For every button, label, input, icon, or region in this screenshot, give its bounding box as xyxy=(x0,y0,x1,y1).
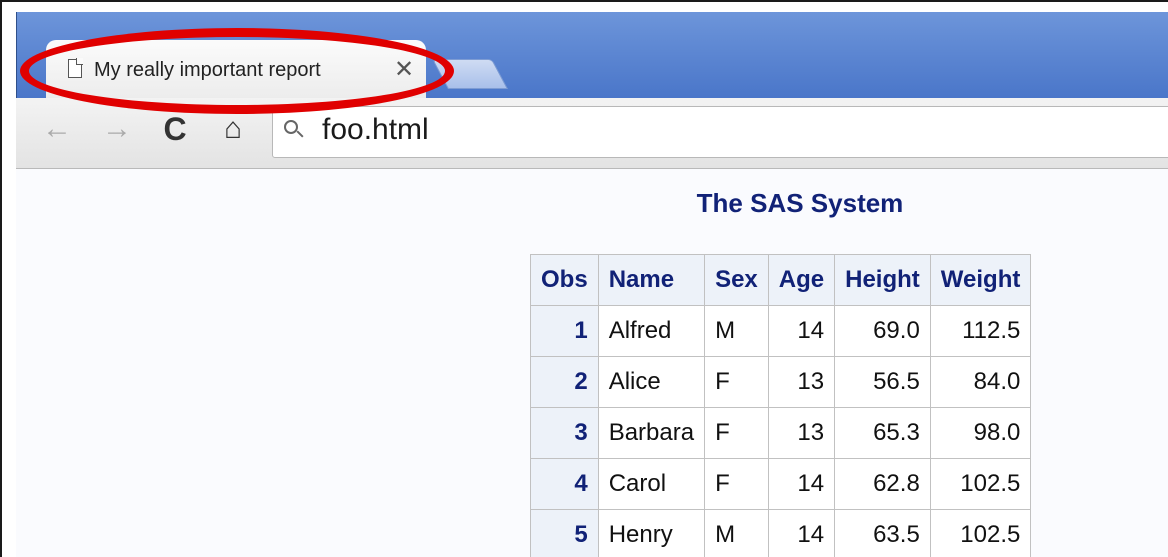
column-header: Sex xyxy=(704,254,769,306)
column-header: Age xyxy=(767,254,836,306)
tab-close-icon[interactable]: ✕ xyxy=(394,58,414,82)
table-row: 5 Henry M 14 63.5 102.5 xyxy=(530,509,1032,557)
table-cell: 65.3 xyxy=(834,407,931,459)
back-icon[interactable]: ← xyxy=(40,114,74,144)
page-icon xyxy=(68,58,83,78)
table-cell: 14 xyxy=(767,305,836,357)
table-row: 4 Carol F 14 62.8 102.5 xyxy=(530,458,1032,510)
table-cell: 84.0 xyxy=(929,356,1032,408)
table-cell: Carol xyxy=(597,458,706,510)
table-cell: M xyxy=(704,509,769,557)
table-cell: 98.0 xyxy=(929,407,1032,459)
table-cell: Alice xyxy=(597,356,706,408)
table-header-row: Obs Name Sex Age Height Weight xyxy=(530,254,1032,306)
table-cell: 63.5 xyxy=(834,509,931,557)
table-cell: M xyxy=(704,305,769,357)
table-cell: 13 xyxy=(767,407,836,459)
column-header: Name xyxy=(597,254,706,306)
table-row: 2 Alice F 13 56.5 84.0 xyxy=(530,356,1032,408)
table-cell: Barbara xyxy=(597,407,706,459)
table-cell: 1 xyxy=(530,305,599,357)
search-icon xyxy=(284,120,298,134)
table-cell: F xyxy=(704,458,769,510)
table-cell: 62.8 xyxy=(834,458,931,510)
table-cell: 4 xyxy=(530,458,599,510)
table-cell: Henry xyxy=(597,509,706,557)
forward-icon[interactable]: → xyxy=(100,114,134,144)
table-cell: 14 xyxy=(767,458,836,510)
column-header: Weight xyxy=(929,254,1032,306)
table-cell: 13 xyxy=(767,356,836,408)
table-cell: 14 xyxy=(767,509,836,557)
column-header: Obs xyxy=(530,254,599,306)
table-cell: 112.5 xyxy=(929,305,1032,357)
tab-title: My really important report xyxy=(94,59,321,81)
home-icon[interactable]: ⌂ xyxy=(216,114,250,144)
table-cell: 5 xyxy=(530,509,599,557)
table-cell: 56.5 xyxy=(834,356,931,408)
table-cell: 102.5 xyxy=(929,458,1032,510)
table-cell: Alfred xyxy=(597,305,706,357)
table-cell: 69.0 xyxy=(834,305,931,357)
table-cell: 2 xyxy=(530,356,599,408)
reload-icon[interactable]: C xyxy=(158,113,192,145)
table-cell: F xyxy=(704,407,769,459)
column-header: Height xyxy=(834,254,931,306)
table-row: 1 Alfred M 14 69.0 112.5 xyxy=(530,305,1032,357)
table-row: 3 Barbara F 13 65.3 98.0 xyxy=(530,407,1032,459)
table-cell: F xyxy=(704,356,769,408)
report-title: The SAS System xyxy=(696,188,904,218)
browser-window: My really important report ✕ ← → C ⌂ foo… xyxy=(0,0,1168,557)
report-table: Obs Name Sex Age Height Weight 1 Alfred … xyxy=(530,254,1032,557)
table-cell: 102.5 xyxy=(929,509,1032,557)
address-text[interactable]: foo.html xyxy=(322,113,429,147)
table-cell: 3 xyxy=(530,407,599,459)
